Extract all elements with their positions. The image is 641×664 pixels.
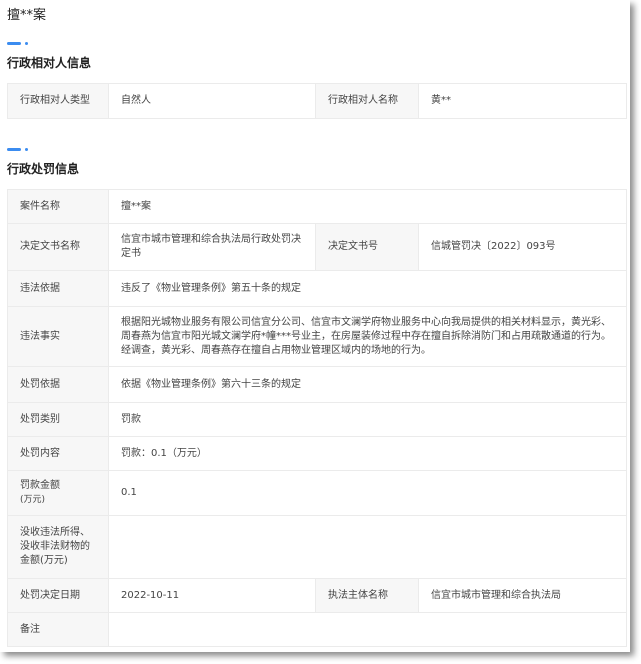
penalty-section-heading: 行政处罚信息 — [7, 162, 80, 176]
basis-value: 违反了《物业管理条例》第五十条的规定 — [108, 270, 627, 307]
party-section-heading: 行政相对人信息 — [7, 56, 92, 70]
remarks-label: 备注 — [7, 612, 109, 647]
table-row: 行政相对人类型 自然人 行政相对人名称 黄** — [7, 83, 627, 119]
facts-label: 违法事实 — [7, 306, 109, 367]
table-row: 处罚决定日期 2022-10-11 执法主体名称 信宜市城市管理和综合执法局 — [7, 578, 627, 613]
table-row: 处罚类别 罚款 — [7, 402, 627, 437]
penalty-basis-label: 处罚依据 — [7, 366, 109, 403]
table-row: 违法依据 违反了《物业管理条例》第五十条的规定 — [7, 270, 627, 307]
penalty-table: 案件名称 擅**案 决定文书名称 信宜市城市管理和综合执法局行政处罚决定书 决定文书号… — [7, 189, 627, 647]
doc-no-label: 决定文书号 — [315, 223, 419, 271]
table-row: 案件名称 擅**案 — [7, 189, 627, 224]
facts-value: 根据阳光城物业服务有限公司信宜分公司、信宜市文澜学府物业服务中心向我局提供的相关… — [108, 306, 627, 367]
case-name-label: 案件名称 — [7, 189, 109, 224]
table-row: 处罚依据 依据《物业管理条例》第六十三条的规定 — [7, 366, 627, 403]
party-name-label: 行政相对人名称 — [315, 83, 419, 119]
fine-label: 罚款金额 — [20, 480, 60, 491]
remarks-value — [108, 612, 627, 647]
authority-label: 执法主体名称 — [315, 578, 419, 613]
table-row: 罚款金额 (万元) 0.1 — [7, 470, 627, 516]
detail-card: 擅**案 行政相对人信息 行政相对人类型 自然人 行政相对人名称 黄** 行政处… — [0, 0, 630, 652]
doc-no-value: 信城管罚决〔2022〕093号 — [418, 223, 627, 271]
table-row: 备注 — [7, 612, 627, 647]
page-title: 擅**案 — [7, 8, 47, 23]
date-value: 2022-10-11 — [108, 578, 316, 613]
content-label: 处罚内容 — [7, 436, 109, 471]
authority-value: 信宜市城市管理和综合执法局 — [418, 578, 627, 613]
doc-name-label: 决定文书名称 — [7, 223, 109, 271]
fine-label-cell: 罚款金额 (万元) — [7, 470, 109, 516]
category-label: 处罚类别 — [7, 402, 109, 437]
date-label: 处罚决定日期 — [7, 578, 109, 613]
section-accent-bar — [7, 148, 28, 151]
category-value: 罚款 — [108, 402, 627, 437]
fine-value: 0.1 — [108, 470, 627, 516]
fine-unit: (万元) — [20, 495, 46, 505]
confiscation-value — [108, 515, 627, 579]
doc-name-value: 信宜市城市管理和综合执法局行政处罚决定书 — [108, 223, 316, 271]
basis-label: 违法依据 — [7, 270, 109, 307]
case-name-value: 擅**案 — [108, 189, 627, 224]
confiscation-label: 没收违法所得、没收非法财物的金额(万元) — [7, 515, 109, 579]
penalty-basis-value: 依据《物业管理条例》第六十三条的规定 — [108, 366, 627, 403]
content-value: 罚款：0.1（万元） — [108, 436, 627, 471]
table-row: 没收违法所得、没收非法财物的金额(万元) — [7, 515, 627, 579]
table-row: 决定文书名称 信宜市城市管理和综合执法局行政处罚决定书 决定文书号 信城管罚决〔202… — [7, 223, 627, 271]
party-type-label: 行政相对人类型 — [7, 83, 109, 119]
party-table: 行政相对人类型 自然人 行政相对人名称 黄** — [7, 83, 627, 119]
table-row: 处罚内容 罚款：0.1（万元） — [7, 436, 627, 471]
party-type-value: 自然人 — [108, 83, 316, 119]
party-name-value: 黄** — [418, 83, 627, 119]
table-row: 违法事实 根据阳光城物业服务有限公司信宜分公司、信宜市文澜学府物业服务中心向我局提… — [7, 306, 627, 367]
section-accent-bar — [7, 42, 28, 45]
